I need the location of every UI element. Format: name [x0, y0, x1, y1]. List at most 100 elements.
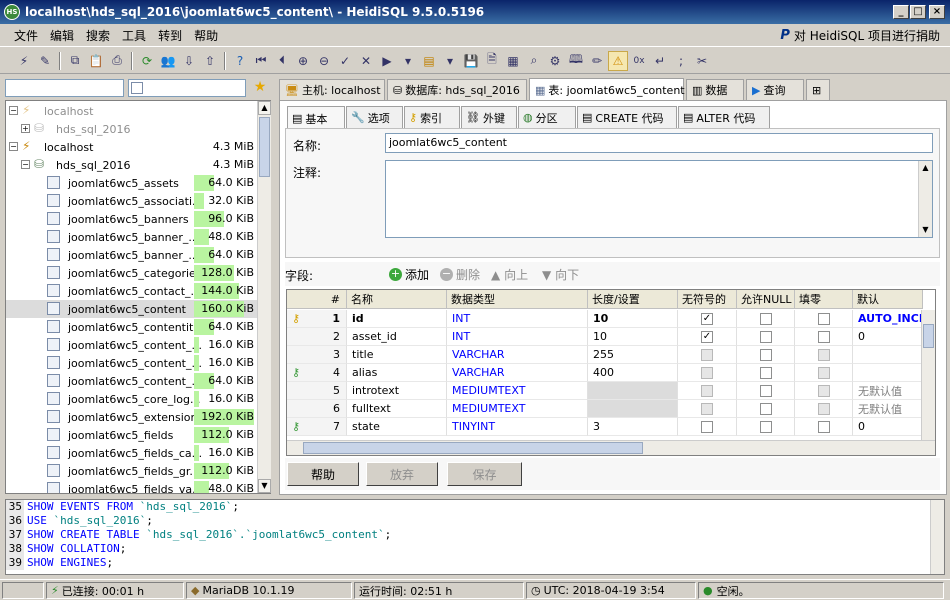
collapse-icon[interactable]: − — [9, 142, 18, 151]
menu-goto[interactable]: 转到 — [152, 27, 188, 44]
field-default-cell[interactable]: 无默认值 — [853, 382, 923, 400]
donate-link[interactable]: P 对 HeidiSQL 项目进行捐助 — [780, 27, 940, 44]
tree-item-table[interactable]: joomlat6wc5_categories 128.0 KiB — [6, 264, 258, 282]
tab-database[interactable]: ⛁ 数据库: hds_sql_2016 — [387, 79, 527, 100]
checkbox-unchecked[interactable] — [701, 402, 713, 415]
field-name-cell[interactable]: introtext — [347, 382, 447, 400]
grid-header[interactable]: 名称 — [347, 290, 447, 309]
comment-textarea[interactable]: ▲ ▼ — [385, 160, 933, 238]
field-type-cell[interactable]: INT — [447, 310, 588, 328]
checkbox-unchecked[interactable] — [817, 366, 830, 379]
tree-item-table[interactable]: joomlat6wc5_content_... 16.0 KiB — [6, 354, 258, 372]
grid-row-number[interactable]: ⚷ 4 — [287, 364, 347, 382]
delete-record-icon[interactable]: ⊖ — [314, 51, 334, 71]
disconnect-icon[interactable]: ✎ — [35, 51, 55, 71]
add-field-button[interactable]: + 添加 — [389, 266, 429, 283]
table-name-input[interactable]: joomlat6wc5_content — [385, 133, 933, 153]
tree-item-table[interactable]: joomlat6wc5_fields_va... 48.0 KiB — [6, 480, 258, 493]
checkbox-unchecked[interactable] — [759, 312, 772, 325]
tree-item-table[interactable]: joomlat6wc5_fields 112.0 KiB — [6, 426, 258, 444]
zerofill-cell[interactable] — [795, 310, 853, 328]
grid-hscroll-thumb[interactable] — [303, 442, 643, 454]
save-button[interactable]: 保存 — [447, 462, 522, 486]
unsigned-cell[interactable] — [678, 346, 737, 364]
unsigned-cell[interactable]: ✓ — [678, 310, 737, 328]
tree-item-table[interactable]: joomlat6wc5_fields_ca... 16.0 KiB — [6, 444, 258, 462]
grid-row-number[interactable]: ⚷ 1 — [287, 310, 347, 328]
field-name-cell[interactable]: alias — [347, 364, 447, 382]
allow-null-cell[interactable] — [737, 346, 795, 364]
checkbox-unchecked[interactable] — [759, 348, 772, 361]
checkbox-unchecked[interactable] — [817, 402, 830, 415]
grid-row-number[interactable]: 3 — [287, 346, 347, 364]
favorites-star-icon[interactable]: ★ — [251, 79, 269, 97]
tree-item-database[interactable]: + ⛁ hds_sql_2016 — [6, 120, 258, 138]
grid-header[interactable]: 默认 — [853, 290, 923, 309]
zerofill-cell[interactable] — [795, 400, 853, 418]
field-default-cell[interactable]: 无默认值 — [853, 400, 923, 418]
reformat-icon[interactable]: ⚙ — [545, 51, 565, 71]
field-length-cell[interactable]: 10 — [588, 310, 678, 328]
allow-null-cell[interactable] — [737, 364, 795, 382]
menu-edit[interactable]: 编辑 — [44, 27, 80, 44]
fields-grid[interactable]: # 名称 数据类型 长度/设置 无符号的 允许NULL 填零 默认 ⚷ 1 id INT 10 ✓ AUTO… — [286, 289, 936, 456]
tab-create-code[interactable]: ▤ CREATE 代码 — [577, 106, 677, 128]
grid-row-number[interactable]: 5 — [287, 382, 347, 400]
tab-partitions[interactable]: ◍ 分区 — [518, 106, 576, 128]
tree-item-table[interactable]: joomlat6wc5_banner_... 64.0 KiB — [6, 246, 258, 264]
unsigned-cell[interactable]: ✓ — [678, 328, 737, 346]
tab-basic[interactable]: ▤ 基本 — [287, 106, 345, 130]
field-name-cell[interactable]: fulltext — [347, 400, 447, 418]
collapse-icon[interactable]: − — [9, 106, 18, 115]
scroll-down-icon[interactable]: ▼ — [919, 223, 932, 237]
allow-null-cell[interactable] — [737, 310, 795, 328]
discard-button[interactable]: 放弃 — [366, 462, 438, 486]
field-length-cell[interactable]: 400 — [588, 364, 678, 382]
log-scrollbar[interactable] — [930, 500, 944, 574]
options-icon[interactable]: ✂ — [692, 51, 712, 71]
user-manager-icon[interactable]: 👥 — [158, 51, 178, 71]
move-up-button[interactable]: ▲ 向上 — [491, 266, 528, 283]
tab-query[interactable]: ▶ 查询 — [746, 79, 804, 100]
refresh-icon[interactable]: ⟳ — [137, 51, 157, 71]
table-filter-input[interactable] — [128, 79, 246, 97]
tab-data[interactable]: ▥ 数据 — [686, 79, 744, 100]
tree-item-table[interactable]: joomlat6wc5_content_... 64.0 KiB — [6, 372, 258, 390]
unsigned-cell[interactable] — [678, 364, 737, 382]
sql-log[interactable]: 35 SHOW EVENTS FROM `hds_sql_2016`; 36 USE … — [5, 499, 945, 575]
zerofill-cell[interactable] — [795, 382, 853, 400]
copy-icon[interactable]: ⧉ — [65, 51, 85, 71]
collapse-icon[interactable]: − — [21, 160, 30, 169]
grid-header[interactable]: # — [287, 290, 347, 309]
grid-horizontal-scrollbar[interactable] — [287, 440, 935, 455]
close-button[interactable]: × — [929, 5, 945, 19]
field-default-cell[interactable]: AUTO_INCREMENT — [853, 310, 923, 328]
maximize-button[interactable]: □ — [910, 5, 926, 19]
field-type-cell[interactable]: TINYINT — [447, 418, 588, 436]
grid-row-number[interactable]: ⚷ 7 — [287, 418, 347, 436]
checkbox-unchecked[interactable] — [759, 366, 772, 379]
menu-search[interactable]: 搜索 — [80, 27, 116, 44]
tab-new-query[interactable]: ⊞ — [806, 79, 830, 100]
run-line-icon[interactable]: ⌕ — [524, 51, 544, 71]
tab-alter-code[interactable]: ▤ ALTER 代码 — [678, 106, 770, 128]
checkbox-unchecked[interactable] — [817, 348, 830, 361]
zerofill-cell[interactable] — [795, 346, 853, 364]
checkbox-unchecked[interactable] — [759, 384, 772, 397]
query-editor-icon[interactable]: ▦ — [503, 51, 523, 71]
field-default-cell[interactable] — [853, 364, 923, 382]
print-icon[interactable]: ⎙ — [107, 51, 127, 71]
allow-null-cell[interactable] — [737, 400, 795, 418]
unsigned-cell[interactable] — [678, 400, 737, 418]
session-manager-icon[interactable]: ⚡ — [14, 51, 34, 71]
heidisql-app-icon[interactable]: HS — [4, 4, 20, 20]
grid-vertical-scrollbar[interactable] — [921, 310, 935, 440]
semicolon-icon[interactable]: ; — [671, 51, 691, 71]
menu-file[interactable]: 文件 — [8, 27, 44, 44]
checkbox-unchecked[interactable] — [817, 312, 830, 325]
explain-icon[interactable]: ▤ — [419, 51, 439, 71]
tree-item-database[interactable]: − ⛁ hds_sql_2016 4.3 MiB — [6, 156, 258, 174]
checkbox-unchecked[interactable] — [817, 384, 830, 397]
grid-header[interactable]: 数据类型 — [447, 290, 588, 309]
run-query-icon[interactable]: ▶ — [377, 51, 397, 71]
